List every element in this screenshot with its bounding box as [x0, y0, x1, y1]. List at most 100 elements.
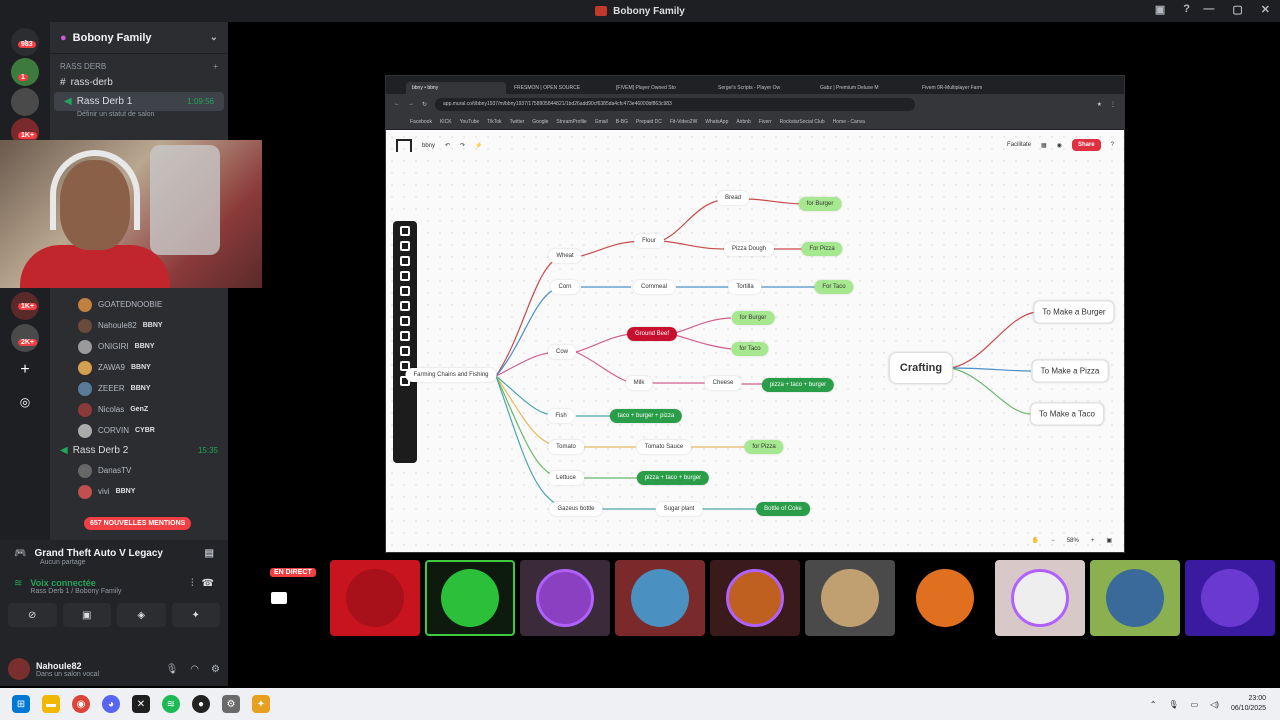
node-for-burger[interactable]: for Burger	[798, 197, 842, 211]
voice-user[interactable]: Nicolas GenZ	[50, 399, 228, 420]
node-for-pizza[interactable]: for Pizza	[744, 440, 784, 454]
node-bottle-of-coke[interactable]: Bottle of Coke	[756, 502, 810, 516]
bookmark[interactable]: Fiverr	[759, 119, 772, 125]
node-crafting[interactable]: Crafting	[888, 352, 954, 384]
reload-icon[interactable]: ↻	[422, 101, 427, 108]
microphone-icon[interactable]: 🎙	[166, 664, 179, 675]
inbox-icon[interactable]: ▣	[1155, 3, 1165, 16]
node-for-pizza[interactable]: For Pizza	[801, 242, 843, 256]
participant-tile[interactable]	[1090, 560, 1180, 636]
gear-icon[interactable]: ⚙	[211, 664, 220, 675]
node-fish[interactable]: Fish	[547, 409, 575, 423]
maximize-button[interactable]: ▢	[1232, 3, 1242, 16]
add-server-icon[interactable]: +	[11, 356, 39, 384]
node-for-burger[interactable]: for Burger	[731, 311, 775, 325]
browser-tab[interactable]: FRESMON | OPEN SOURCE	[508, 82, 608, 94]
voice-user[interactable]: ZAWA9 BBNY	[50, 357, 228, 378]
explore-icon[interactable]: ◎	[11, 388, 39, 416]
bookmark[interactable]: B-BG	[616, 119, 628, 125]
new-mentions-button[interactable]: 657 NOUVELLES MENTIONS	[84, 517, 192, 530]
browser-tab[interactable]: Fivem 0R-Multiplayer Farm	[916, 82, 1016, 94]
participant-tile[interactable]	[615, 560, 705, 636]
chevron-down-icon[interactable]: ⌄	[210, 32, 218, 43]
forward-icon[interactable]: →	[408, 101, 414, 107]
node-milk[interactable]: Milk	[625, 376, 653, 390]
windows-start-icon[interactable]: ⊞	[12, 695, 30, 713]
participant-tile[interactable]	[805, 560, 895, 636]
stream-view[interactable]: bbny • bbny FRESMON | OPEN SOURCE [FIVEM…	[385, 75, 1125, 553]
voice-user[interactable]: Nahoule82 BBNY	[50, 315, 228, 336]
bookmark[interactable]: RockstarSocial Club	[780, 119, 825, 125]
node-corn[interactable]: Corn	[550, 280, 580, 294]
voice-user[interactable]: ZEEER BBNY	[50, 378, 228, 399]
bookmark[interactable]: Airbnb	[736, 119, 750, 125]
node-flour[interactable]: Flour	[634, 234, 664, 248]
star-icon[interactable]: ★	[1097, 101, 1102, 108]
camera-off-button[interactable]: ⊘	[8, 603, 57, 627]
hand-icon[interactable]: ✋	[1032, 537, 1039, 544]
settings-icon[interactable]: ⚙	[222, 695, 240, 713]
node-gazeus-bottle[interactable]: Gazeus bottle	[549, 502, 603, 516]
bookmark[interactable]: YouTube	[460, 119, 480, 125]
zoom-level[interactable]: 58%	[1067, 538, 1079, 544]
category-header[interactable]: RASS DERB +	[50, 54, 228, 73]
node-pizza-taco-burger[interactable]: pizza + taco + burger	[761, 378, 835, 392]
node-pizza-taco-burger[interactable]: pizza + taco + burger	[636, 471, 710, 485]
browser-tab[interactable]: bbny • bbny	[406, 82, 506, 94]
voice-user[interactable]: ONIGIRI BBNY	[50, 336, 228, 357]
app-icon[interactable]: ✦	[252, 695, 270, 713]
fullscreen-icon[interactable]: ▣	[1106, 537, 1112, 544]
participant-tile[interactable]	[995, 560, 1085, 636]
file-explorer-icon[interactable]: ▬	[42, 695, 60, 713]
microphone-icon[interactable]: 🎙	[1168, 700, 1178, 709]
participant-tile[interactable]	[330, 560, 420, 636]
disconnect-icon[interactable]: ☎	[202, 578, 214, 589]
server-avatar[interactable]	[11, 58, 39, 86]
volume-icon[interactable]: ◁)	[1210, 700, 1219, 709]
participant-tile[interactable]	[1185, 560, 1275, 636]
share-screen-icon[interactable]: ▤	[205, 548, 214, 559]
soundboard-button[interactable]: ✦	[171, 603, 220, 627]
root-node[interactable]: Farming Chains and Fishing	[405, 368, 497, 382]
node-tomato-sauce[interactable]: Tomato Sauce	[636, 440, 692, 454]
back-icon[interactable]: ←	[394, 101, 400, 107]
bookmark[interactable]: Google	[532, 119, 548, 125]
node-sugar-plant[interactable]: Sugar plant	[655, 502, 703, 516]
participant-tile[interactable]	[520, 560, 610, 636]
screen-share-button[interactable]: ▣	[62, 603, 111, 627]
browser-tab[interactable]: Sergei's Scripts - Player Ow	[712, 82, 812, 94]
bookmark[interactable]: Gmail	[595, 119, 608, 125]
headset-icon[interactable]: ◠	[190, 664, 199, 675]
zoom-out-icon[interactable]: −	[1051, 538, 1055, 544]
bookmark[interactable]: Twitter	[510, 119, 525, 125]
node-cow[interactable]: Cow	[547, 345, 577, 359]
bookmark[interactable]: WhatsApp	[705, 119, 728, 125]
network-icon[interactable]: ▭	[1191, 700, 1199, 709]
bookmark[interactable]: Home - Canva	[833, 119, 865, 125]
node-cornmeal[interactable]: Cornmeal	[632, 280, 676, 294]
voice-location[interactable]: Rass Derb 1 / Bobony Family	[30, 588, 121, 595]
avatar[interactable]	[8, 658, 30, 680]
voice-user[interactable]: CORVIN CYBR	[50, 420, 228, 441]
bookmark[interactable]: Fit-Video2W	[670, 119, 697, 125]
chrome-icon[interactable]: ◉	[72, 695, 90, 713]
voice-user[interactable]: DanasTV	[50, 460, 228, 481]
bookmark[interactable]: Prepaid DC	[636, 119, 662, 125]
close-button[interactable]: ✕	[1261, 3, 1270, 16]
node-tomato[interactable]: Tomato	[548, 440, 584, 454]
discord-icon[interactable]: ◕	[102, 695, 120, 713]
text-channel[interactable]: # rass-derb	[50, 73, 228, 92]
node-taco-burger-pizza[interactable]: taco + burger + pizza	[609, 409, 683, 423]
live-stream-tile[interactable]: EN DIRECT	[235, 560, 325, 636]
noise-icon[interactable]: ⫶	[191, 578, 194, 589]
chevron-up-icon[interactable]: ⌃	[1150, 700, 1157, 709]
add-channel-icon[interactable]: +	[213, 62, 218, 71]
clock[interactable]: 23:00 06/10/2025	[1231, 694, 1266, 714]
browser-tab[interactable]: Gabz | Premium Deluxe M	[814, 82, 914, 94]
node-for-taco[interactable]: for Taco	[731, 342, 769, 356]
bookmark[interactable]: StreamProfile	[556, 119, 586, 125]
node-ground-beef[interactable]: Ground Beef	[626, 327, 678, 341]
mural-canvas[interactable]: bbny ↶ ↷ ⚡ Facilitate ▦ ◉ Share ? Farmin…	[386, 131, 1124, 552]
voice-user[interactable]: GOATEDNOOBIE	[50, 294, 228, 315]
spotify-icon[interactable]: ≋	[162, 695, 180, 713]
